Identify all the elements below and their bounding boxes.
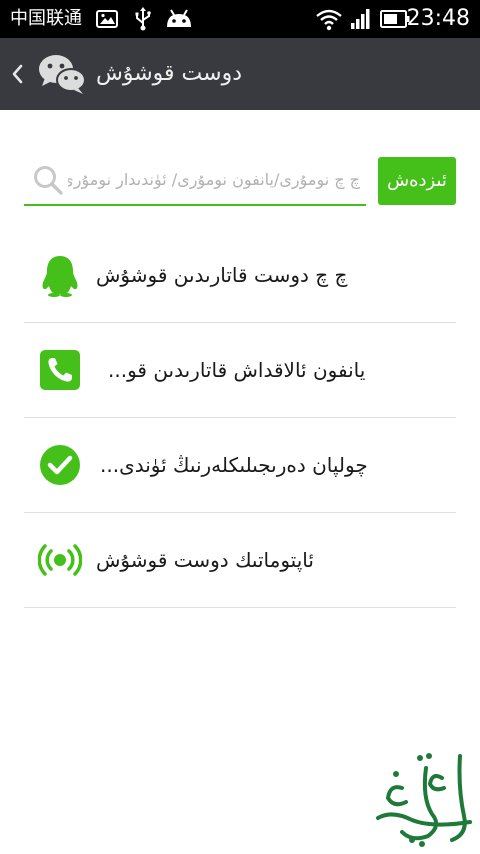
radar-icon xyxy=(38,544,82,576)
search-placeholder: چ چ نومۇرى/يانفون نومۇرى/ ئۈندىدار نومۇر… xyxy=(68,170,360,189)
app-bar: دوست قوشۇش xyxy=(0,38,480,110)
list-item-auto-add[interactable]: ئاپتوماتىك دوست قوشۇش xyxy=(24,513,456,608)
list-item-label: يانفون ئالاقداش قاتارىدىن قو... xyxy=(108,358,366,382)
search-button[interactable]: ئىزدەش xyxy=(378,157,456,205)
search-icon xyxy=(34,166,63,195)
battery-icon xyxy=(380,10,410,28)
list-item-phone-contacts[interactable]: يانفون ئالاقداش قاتارىدىن قو... xyxy=(24,323,456,418)
status-bar: 中国联通 23:48 xyxy=(0,0,480,38)
wifi-icon xyxy=(316,9,342,31)
search-input[interactable]: چ چ نومۇرى/يانفون نومۇرى/ ئۈندىدار نومۇر… xyxy=(24,156,366,206)
usb-icon xyxy=(135,7,151,31)
search-row: چ چ نومۇرى/يانفون نومۇرى/ ئۈندىدار نومۇر… xyxy=(24,156,456,206)
phone-icon xyxy=(40,350,80,390)
page-title: دوست قوشۇش xyxy=(96,61,242,86)
wechat-logo-icon xyxy=(39,55,86,94)
list-item-label: ئاپتوماتىك دوست قوشۇش xyxy=(96,548,314,572)
list-item-qq-friends[interactable]: چ چ دوست قاتارىدىن قوشۇش xyxy=(24,228,456,323)
check-circle-icon xyxy=(40,445,80,485)
image-icon xyxy=(96,10,118,28)
back-chevron-icon[interactable] xyxy=(10,60,26,88)
add-friend-options: چ چ دوست قاتارىدىن قوشۇش يانفون ئالاقداش… xyxy=(24,228,456,608)
status-clock: 23:48 xyxy=(406,6,470,31)
android-icon xyxy=(167,9,191,27)
list-item-star-accounts[interactable]: چولپان دەرىجىلىكلەرنىڭ ئۈندى... xyxy=(24,418,456,513)
calligraphy-watermark xyxy=(376,753,472,847)
qq-penguin-icon xyxy=(42,256,78,297)
list-item-label: چ چ دوست قاتارىدىن قوشۇش xyxy=(96,263,348,287)
carrier-name: 中国联通 xyxy=(10,8,82,29)
list-item-label: چولپان دەرىجىلىكلەرنىڭ ئۈندى... xyxy=(100,453,368,477)
signal-icon xyxy=(351,9,370,29)
